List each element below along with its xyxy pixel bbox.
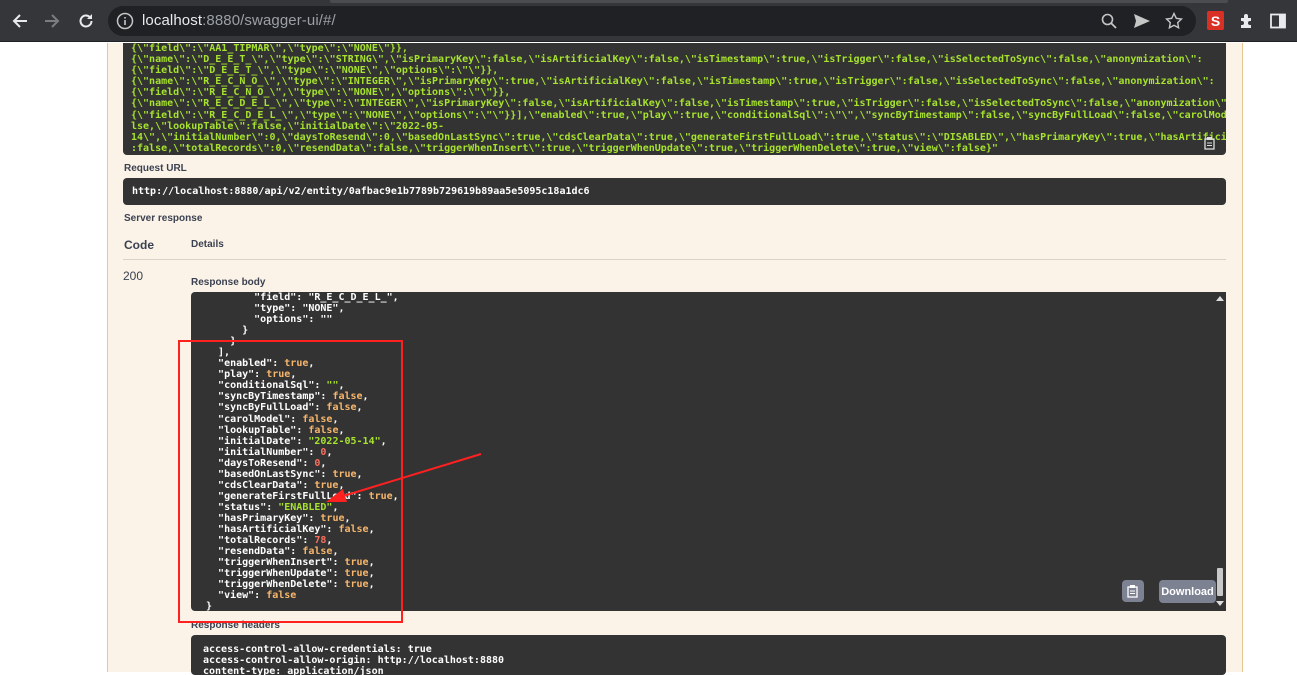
response-body-line: "field": "R_E_C_D_E_L_", [206, 292, 399, 303]
reload-icon[interactable] [74, 9, 98, 33]
curl-line: {\"field\":\"D_E_E_T_\",\"type\":\"NONE\… [131, 65, 499, 77]
scroll-down-icon[interactable] [1216, 601, 1224, 606]
response-status-code: 200 [123, 269, 144, 283]
response-header-line: access-control-allow-origin: http://loca… [203, 655, 505, 666]
browser-toolbar: localhost:8880/swagger-ui/#/ S [0, 0, 1297, 42]
curl-line: 14\",\"initialNumber\":0,\"daysToResend\… [131, 131, 1226, 143]
curl-line: lse,\"lookupTable\":false,\"initialDate\… [131, 120, 445, 132]
copy-curl-icon[interactable] [1200, 134, 1219, 151]
copy-response-icon[interactable] [1122, 580, 1144, 602]
response-table-header: Code Details [123, 238, 1226, 260]
address-bar[interactable]: localhost:8880/swagger-ui/#/ [108, 6, 1196, 36]
download-button[interactable]: Download [1159, 580, 1216, 603]
response-body-label: Response body [191, 277, 266, 288]
response-header-line: content-type: application/json [203, 666, 384, 675]
site-info-icon[interactable] [116, 12, 134, 30]
request-url-label: Request URL [124, 163, 187, 174]
curl-command-block: {\"field\":\"AA1_TIPMAR\",\"type\":\"NON… [123, 43, 1226, 155]
code-column-header: Code [124, 238, 154, 252]
bookmark-star-icon[interactable] [1164, 11, 1184, 31]
extension-s-icon[interactable]: S [1207, 11, 1224, 30]
curl-line: {\"name\":\"D_E_E_T_\",\"type\":\"STRING… [131, 54, 1203, 66]
curl-line: {\"field\":\"R_E_C_N_O_\",\"type\":\"NON… [131, 87, 511, 99]
response-header-line: access-control-allow-credentials: true [203, 644, 432, 655]
curl-line: {\"name\":\"R_E_C_D_E_L_\",\"type\":\"IN… [131, 98, 1226, 110]
response-body-line: "type": "NONE", [206, 303, 345, 315]
zoom-icon[interactable] [1099, 11, 1119, 31]
response-headers-block: access-control-allow-credentials: true ac… [191, 635, 1226, 675]
curl-line: {\"field\":\"R_E_C_D_E_L_\",\"type\":\"N… [131, 109, 1226, 121]
tab-strip-edge [330, 0, 1228, 3]
response-body-scrollbar[interactable] [1214, 292, 1226, 611]
response-body-line: "options": "" [206, 314, 333, 326]
curl-line: {\"field\":\"AA1_TIPMAR\",\"type\":\"NON… [131, 43, 408, 54]
extensions-puzzle-icon[interactable] [1237, 11, 1257, 31]
url-text[interactable]: localhost:8880/swagger-ui/#/ [142, 12, 336, 29]
side-panel-icon[interactable] [1268, 11, 1288, 31]
server-response-label: Server response [124, 213, 203, 224]
swagger-page: {\"field\":\"AA1_TIPMAR\",\"type\":\"NON… [0, 43, 1297, 675]
scroll-up-icon[interactable] [1216, 296, 1224, 301]
back-arrow-icon[interactable] [8, 9, 32, 33]
curl-line: {\"name\":\"R_E_C_N_O_\",\"type\":\"INTE… [131, 76, 1215, 88]
forward-arrow-icon[interactable] [40, 9, 64, 33]
details-column-header: Details [191, 239, 224, 250]
send-icon[interactable] [1132, 11, 1152, 31]
curl-line: :false,\"totalRecords\":0,\"resendData\"… [131, 142, 998, 154]
response-body-line: } [206, 325, 249, 337]
annotation-highlight-box [178, 340, 403, 623]
scroll-thumb[interactable] [1217, 568, 1223, 596]
request-url-value: http://localhost:8880/api/v2/entity/0afb… [123, 178, 1226, 205]
